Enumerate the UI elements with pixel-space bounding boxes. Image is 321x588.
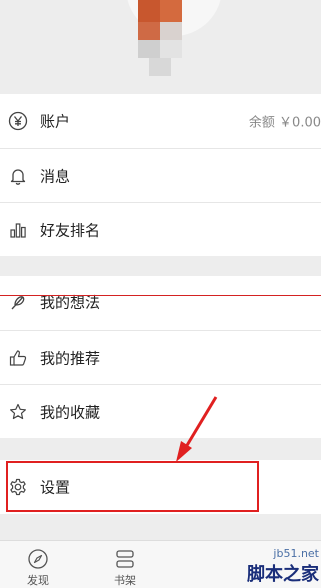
watermark-url: jb51.net bbox=[273, 547, 319, 560]
tab-label: 发现 bbox=[27, 574, 49, 587]
menu-item-friend-ranking[interactable]: 好友排名 bbox=[0, 202, 321, 256]
watermark: jb51.net 脚本之家 bbox=[247, 547, 319, 586]
avatar[interactable] bbox=[138, 0, 182, 76]
menu-group-account: 账户 余额 ￥0.00 消息 好友排名 bbox=[0, 94, 321, 256]
yen-circle-icon bbox=[7, 110, 29, 132]
tab-bookshelf[interactable]: 书架 bbox=[95, 541, 155, 588]
tab-label: 书架 bbox=[114, 574, 136, 587]
menu-item-my-thoughts[interactable]: 我的想法 bbox=[0, 276, 321, 330]
menu-item-my-recommendations[interactable]: 我的推荐 bbox=[0, 330, 321, 384]
menu-item-my-favorites[interactable]: 我的收藏 bbox=[0, 384, 321, 438]
star-icon bbox=[7, 401, 29, 423]
tab-discover[interactable]: 发现 bbox=[8, 541, 68, 588]
balance-value: 余额 ￥0.00 bbox=[248, 115, 321, 131]
bar-chart-icon bbox=[7, 219, 29, 241]
menu-item-account[interactable]: 账户 余额 ￥0.00 bbox=[0, 94, 321, 148]
watermark-text: 脚本之家 bbox=[247, 564, 319, 585]
menu-item-label: 消息 bbox=[40, 167, 71, 185]
thumbs-up-icon bbox=[7, 347, 29, 369]
compass-icon bbox=[27, 548, 49, 570]
menu-item-label: 我的推荐 bbox=[40, 349, 101, 367]
menu-item-label: 我的收藏 bbox=[40, 403, 101, 421]
bookshelf-icon bbox=[114, 548, 136, 570]
annotation-highlight-box bbox=[6, 461, 259, 512]
annotation-red-line bbox=[0, 295, 321, 296]
menu-item-label: 账户 bbox=[40, 112, 71, 131]
bell-icon bbox=[7, 165, 29, 187]
menu-item-label: 好友排名 bbox=[40, 221, 101, 239]
profile-header bbox=[0, 0, 321, 96]
menu-item-messages[interactable]: 消息 bbox=[0, 148, 321, 202]
menu-group-personal: 我的想法 我的推荐 我的收藏 bbox=[0, 276, 321, 438]
